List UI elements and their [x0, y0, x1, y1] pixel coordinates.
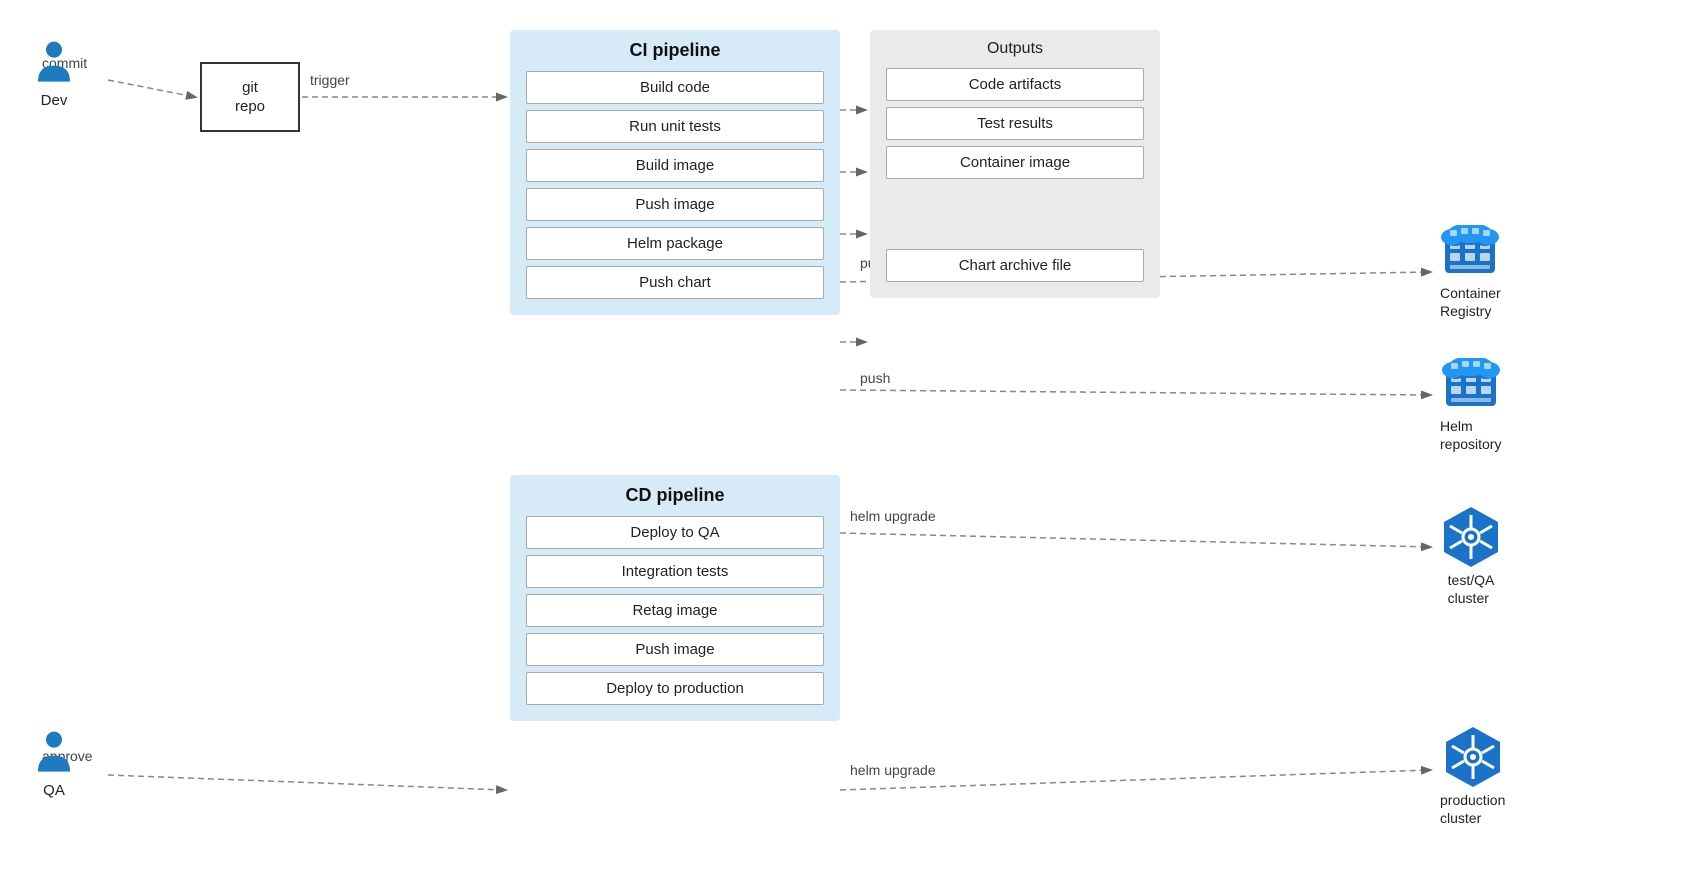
output-test-results: Test results: [886, 107, 1144, 140]
ci-step-push-image: Push image: [526, 188, 824, 221]
ci-pipeline-title: CI pipeline: [526, 40, 824, 61]
outputs-title: Outputs: [886, 40, 1144, 58]
ci-step-run-unit-tests: Run unit tests: [526, 110, 824, 143]
prod-cluster-label: production cluster: [1440, 791, 1505, 827]
output-chart-archive: Chart archive file: [886, 249, 1144, 282]
dev-person-icon: [30, 40, 78, 88]
qa-cluster-icon: test/QA cluster: [1440, 505, 1502, 607]
outputs-panel: Outputs Code artifacts Test results Cont…: [870, 30, 1160, 298]
prod-cluster-icon: production cluster: [1440, 725, 1505, 827]
helm-upgrade-label-2: helm upgrade: [850, 762, 936, 778]
helm-registry-label: Helm repository: [1440, 417, 1501, 453]
ci-step-push-chart: Push chart: [526, 266, 824, 299]
cd-step-retag-image: Retag image: [526, 594, 824, 627]
qa-person-icon: [30, 730, 78, 778]
push-label-2: push: [860, 370, 890, 386]
output-code-artifacts: Code artifacts: [886, 68, 1144, 101]
qa-person: QA: [30, 730, 78, 799]
cd-step-push-image: Push image: [526, 633, 824, 666]
qa-cluster-label: test/QA cluster: [1448, 571, 1495, 607]
container-registry-label: Container Registry: [1440, 284, 1501, 320]
dev-person: Dev: [30, 40, 78, 109]
ci-step-build-image: Build image: [526, 149, 824, 182]
cd-step-deploy-production: Deploy to production: [526, 672, 824, 705]
container-registry-icon: Container Registry: [1440, 225, 1501, 320]
output-container-image: Container image: [886, 146, 1144, 179]
cd-step-deploy-qa: Deploy to QA: [526, 516, 824, 549]
ci-step-build-code: Build code: [526, 71, 824, 104]
cd-pipeline-panel: CD pipeline Deploy to QA Integration tes…: [510, 475, 840, 721]
helm-upgrade-label-1: helm upgrade: [850, 508, 936, 524]
trigger-label: trigger: [310, 72, 350, 88]
dev-label: Dev: [41, 92, 68, 109]
cd-step-integration-tests: Integration tests: [526, 555, 824, 588]
git-repo-box: git repo: [200, 62, 300, 132]
git-repo-label: git repo: [235, 78, 265, 117]
cd-pipeline-title: CD pipeline: [526, 485, 824, 506]
qa-label: QA: [43, 782, 65, 799]
ci-pipeline-panel: CI pipeline Build code Run unit tests Bu…: [510, 30, 840, 315]
helm-registry-icon: Helm repository: [1440, 358, 1501, 453]
ci-step-helm-package: Helm package: [526, 227, 824, 260]
